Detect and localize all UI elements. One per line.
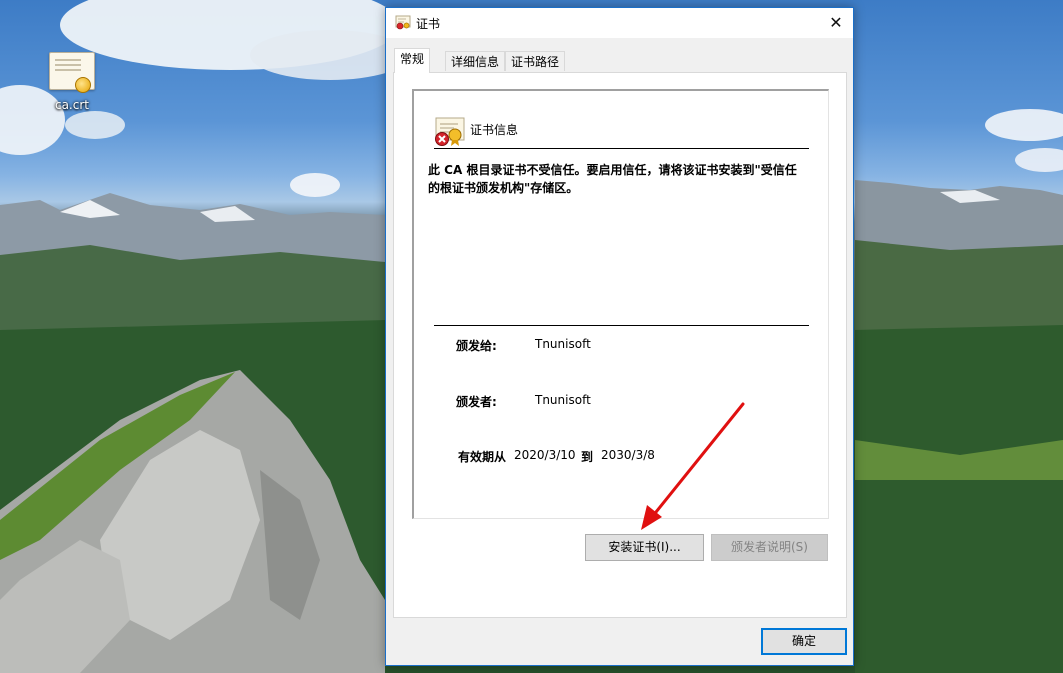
certificate-info-box: 证书信息 此 CA 根目录证书不受信任。要启用信任，请将该证书安装到"受信任的根… [412, 89, 829, 519]
dialog-title: 证书 [416, 17, 441, 31]
issued-by-value: Tnunisoft [535, 393, 591, 407]
valid-from-value: 2020/3/10 [514, 448, 576, 462]
certificate-untrusted-icon [434, 115, 466, 150]
issuer-statement-button[interactable]: 颁发者说明(S) [711, 534, 828, 561]
valid-to-value: 2030/3/8 [601, 448, 655, 462]
divider [434, 325, 809, 326]
tab-panel-general: 证书信息 此 CA 根目录证书不受信任。要启用信任，请将该证书安装到"受信任的根… [393, 72, 847, 618]
valid-to-label: 到 [581, 450, 594, 464]
desktop-icon-ca-crt[interactable]: ca.crt [44, 52, 100, 112]
tab-certification-path[interactable]: 证书路径 [505, 51, 566, 71]
tab-general[interactable]: 常规 [394, 48, 431, 73]
certificate-dialog: 证书 ✕ 常规 详细信息 证书路径 证书信息 此 CA 根目录证书不受信任。要启… [385, 7, 854, 666]
close-icon[interactable]: ✕ [819, 8, 853, 38]
trust-warning-text: 此 CA 根目录证书不受信任。要启用信任，请将该证书安装到"受信任的根证书颁发机… [428, 163, 797, 195]
desktop-icon-label: ca.crt [54, 98, 89, 112]
install-certificate-button[interactable]: 安装证书(I)... [585, 534, 704, 561]
issued-by-label: 颁发者: [456, 395, 497, 409]
issued-to-label: 颁发给: [456, 339, 497, 353]
certificate-file-icon [49, 52, 95, 93]
valid-from-label: 有效期从 [458, 450, 507, 464]
certificate-info-title: 证书信息 [470, 123, 519, 137]
issued-to-value: Tnunisoft [535, 337, 591, 351]
ok-button[interactable]: 确定 [761, 628, 847, 655]
title-bar[interactable]: 证书 ✕ [386, 8, 853, 38]
certificate-icon [395, 14, 411, 33]
tab-details[interactable]: 详细信息 [445, 51, 506, 71]
divider [434, 148, 809, 149]
